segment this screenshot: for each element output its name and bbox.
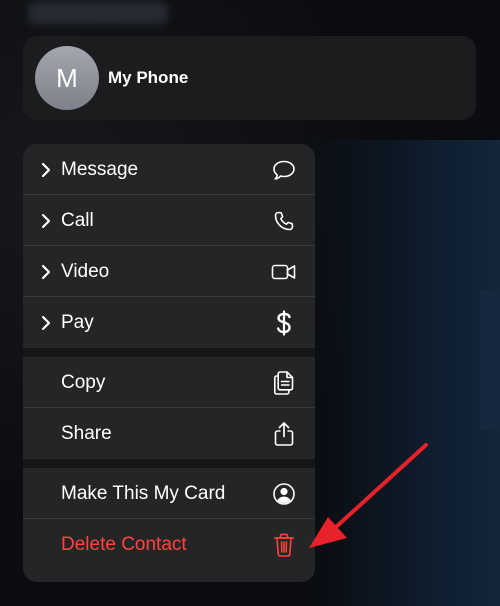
menu-item-message[interactable]: Message — [23, 144, 315, 195]
background-window-edge-stripe — [480, 290, 500, 430]
group-separator — [23, 459, 315, 468]
dollar-icon — [271, 309, 297, 336]
message-bubble-icon — [271, 157, 297, 183]
phone-icon — [271, 208, 297, 234]
menu-item-label: Share — [61, 422, 112, 444]
menu-item-label: Message — [61, 158, 139, 180]
menu-item-label: Pay — [61, 311, 94, 333]
chevron-right-icon — [41, 162, 51, 177]
menu-item-label: Video — [61, 260, 110, 282]
contact-header[interactable]: M My Phone — [23, 36, 476, 120]
group-separator — [23, 348, 315, 357]
contact-name: My Phone — [108, 68, 189, 87]
menu-item-pay[interactable]: Pay — [23, 297, 315, 348]
person-circle-icon — [271, 481, 297, 507]
menu-item-label: Copy — [61, 371, 106, 393]
chevron-right-icon — [41, 264, 51, 279]
chevron-right-icon — [41, 213, 51, 228]
video-camera-icon — [271, 259, 297, 285]
trash-icon — [271, 532, 297, 558]
avatar-initial: M — [56, 62, 78, 93]
blurred-background-text — [28, 2, 168, 24]
menu-item-video[interactable]: Video — [23, 246, 315, 297]
menu-item-delete-contact[interactable]: Delete Contact — [23, 519, 315, 570]
menu-item-label: Delete Contact — [61, 533, 187, 555]
background-window-edge — [310, 140, 500, 606]
menu-item-copy[interactable]: Copy — [23, 357, 315, 408]
share-icon — [271, 421, 297, 447]
menu-item-share[interactable]: Share — [23, 408, 315, 459]
context-menu: Message Call Video Pay Copy Share Make T… — [23, 144, 315, 582]
copy-icon — [271, 370, 297, 396]
menu-item-call[interactable]: Call — [23, 195, 315, 246]
avatar: M — [35, 46, 99, 110]
menu-item-label: Call — [61, 209, 94, 231]
menu-item-label: Make This My Card — [61, 482, 226, 504]
menu-item-make-this-my-card[interactable]: Make This My Card — [23, 468, 315, 519]
chevron-right-icon — [41, 315, 51, 330]
